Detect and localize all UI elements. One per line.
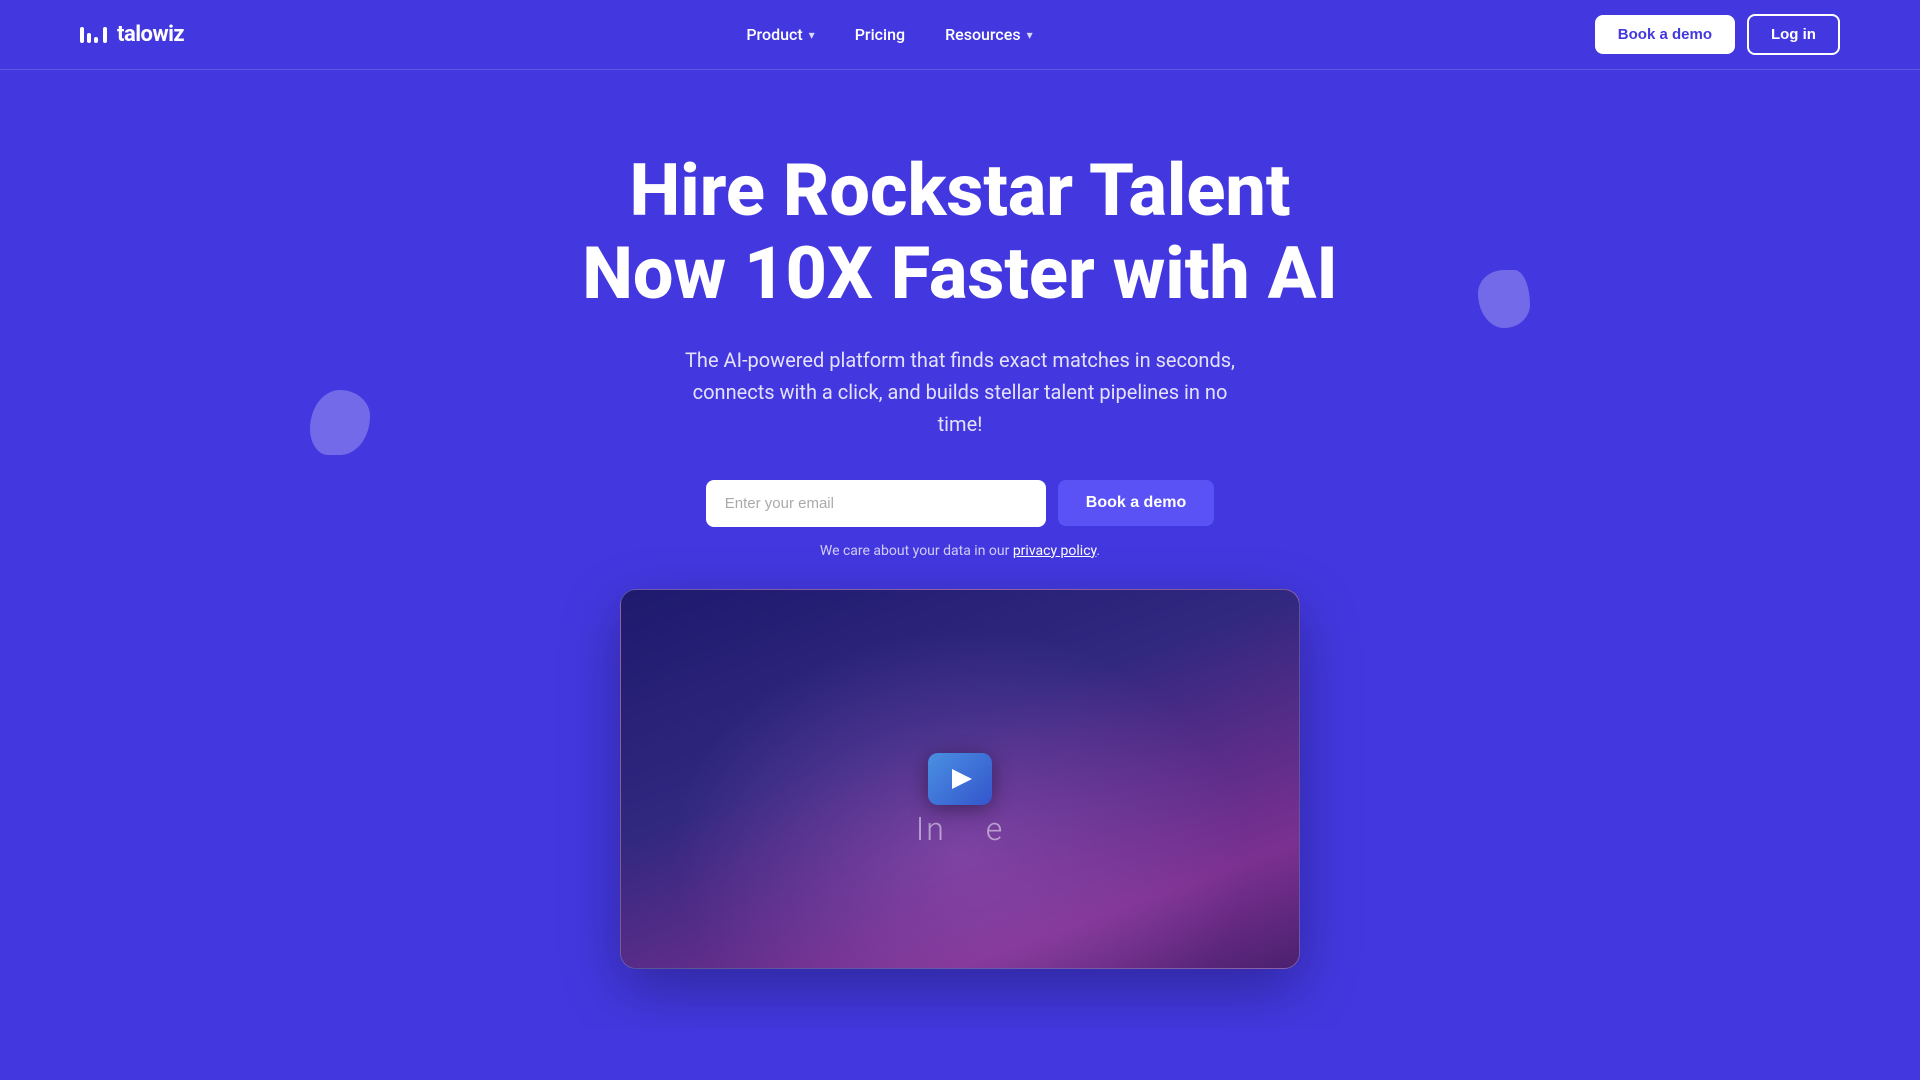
- play-button[interactable]: [928, 753, 992, 805]
- nav-book-demo-button[interactable]: Book a demo: [1595, 15, 1735, 54]
- brand-logo[interactable]: talowiz: [80, 22, 184, 47]
- logo-bar-4: [103, 27, 107, 43]
- navbar: talowiz Product ▾ Pricing Resources ▾ Bo…: [0, 0, 1920, 70]
- nav-resources-label: Resources: [945, 25, 1021, 44]
- blob-left-decoration: [310, 390, 370, 455]
- hero-headline-line2: Now 10X Faster with AI: [582, 231, 1338, 316]
- email-form: Book a demo: [706, 480, 1214, 527]
- hero-subtitle: The AI-powered platform that finds exact…: [670, 344, 1250, 440]
- nav-product[interactable]: Product ▾: [746, 25, 814, 44]
- logo-icon: [80, 27, 107, 43]
- blob-right-decoration: [1478, 270, 1530, 328]
- email-input[interactable]: [706, 480, 1046, 527]
- video-player[interactable]: In e: [620, 589, 1300, 969]
- nav-pricing-label: Pricing: [855, 25, 905, 44]
- hero-section: Hire Rockstar Talent Now 10X Faster with…: [0, 70, 1920, 1029]
- resources-chevron-icon: ▾: [1027, 28, 1033, 42]
- privacy-policy-link[interactable]: privacy policy: [1013, 543, 1097, 559]
- nav-resources[interactable]: Resources ▾: [945, 25, 1033, 44]
- privacy-text-prefix: We care about your data in our: [820, 543, 1013, 559]
- logo-bar-2: [87, 33, 91, 43]
- hero-headline: Hire Rockstar Talent Now 10X Faster with…: [582, 150, 1338, 316]
- logo-bar-3: [94, 37, 98, 43]
- product-chevron-icon: ▾: [809, 28, 815, 42]
- video-text-overlay: In e: [916, 810, 1004, 848]
- logo-bar-1: [80, 27, 84, 43]
- play-icon: [952, 769, 972, 789]
- hero-book-demo-button[interactable]: Book a demo: [1058, 480, 1214, 526]
- nav-product-label: Product: [746, 25, 802, 44]
- privacy-notice: We care about your data in our privacy p…: [820, 543, 1100, 559]
- nav-center: Product ▾ Pricing Resources ▾: [746, 25, 1032, 44]
- hero-headline-line1: Hire Rockstar Talent: [630, 148, 1291, 233]
- nav-right: Book a demo Log in: [1595, 14, 1840, 55]
- nav-login-button[interactable]: Log in: [1747, 14, 1840, 55]
- nav-pricing[interactable]: Pricing: [855, 25, 905, 44]
- logo-text: talowiz: [117, 22, 184, 47]
- privacy-period: .: [1096, 543, 1100, 559]
